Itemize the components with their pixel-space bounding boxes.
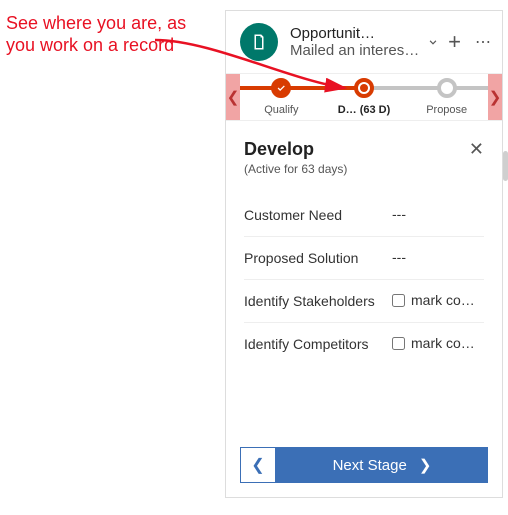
field-value[interactable]: --- [392, 249, 484, 265]
field-value[interactable]: mark co… [392, 292, 484, 308]
more-button[interactable]: ⋯ [475, 32, 492, 52]
field-label: Identify Stakeholders [244, 292, 392, 310]
record-title: Opportunit… [290, 25, 422, 42]
close-button[interactable]: ✕ [469, 139, 484, 160]
field-list: Customer Need --- Proposed Solution --- … [244, 194, 484, 365]
document-icon [250, 33, 268, 51]
stage-title: Develop [244, 139, 347, 160]
header-text: Opportunit… Mailed an interes… [290, 25, 422, 59]
add-button[interactable]: + [448, 31, 461, 53]
stage-scroll-right[interactable]: ❯ [488, 74, 502, 120]
stage-cells: Qualify D… (63 D) Propose [240, 74, 488, 120]
field-label: Customer Need [244, 206, 392, 224]
stage-bar: ❮ Qualify D… (63 D) Propose ❯ [226, 73, 502, 121]
chevron-right-icon: ❯ [419, 456, 432, 474]
field-label: Proposed Solution [244, 249, 392, 267]
record-subtitle: Mailed an interes… [290, 42, 422, 59]
panel-header: Opportunit… Mailed an interes… + ⋯ [226, 11, 502, 73]
field-row: Proposed Solution --- [244, 237, 484, 280]
chevron-down-icon[interactable] [426, 35, 440, 49]
prev-stage-button[interactable]: ❮ [240, 447, 276, 483]
footer-bar: ❮ Next Stage ❯ [240, 447, 488, 483]
field-row: Identify Stakeholders mark co… [244, 280, 484, 323]
field-value[interactable]: --- [392, 206, 484, 222]
field-row: Identify Competitors mark co… [244, 323, 484, 365]
stage-scroll-left[interactable]: ❮ [226, 74, 240, 120]
next-stage-label: Next Stage [333, 457, 407, 474]
checkbox-label: mark co… [411, 335, 475, 351]
field-row: Customer Need --- [244, 194, 484, 237]
checkbox-label: mark co… [411, 292, 475, 308]
entity-badge [240, 23, 278, 61]
stage-label-qualify[interactable]: Qualify [240, 74, 323, 120]
stage-detail: Develop (Active for 63 days) ✕ Customer … [226, 121, 502, 377]
record-panel: Opportunit… Mailed an interes… + ⋯ ❮ Qua… [225, 10, 503, 498]
field-label: Identify Competitors [244, 335, 392, 353]
stage-label-develop[interactable]: D… (63 D) [323, 74, 406, 120]
mark-complete-checkbox[interactable] [392, 294, 405, 307]
field-value[interactable]: mark co… [392, 335, 484, 351]
annotation-text: See where you are, as you work on a reco… [6, 12, 206, 56]
stage-duration: (Active for 63 days) [244, 162, 347, 176]
scrollbar-thumb[interactable] [503, 151, 508, 181]
stage-label-propose[interactable]: Propose [405, 74, 488, 120]
mark-complete-checkbox[interactable] [392, 337, 405, 350]
next-stage-button[interactable]: Next Stage ❯ [276, 447, 488, 483]
